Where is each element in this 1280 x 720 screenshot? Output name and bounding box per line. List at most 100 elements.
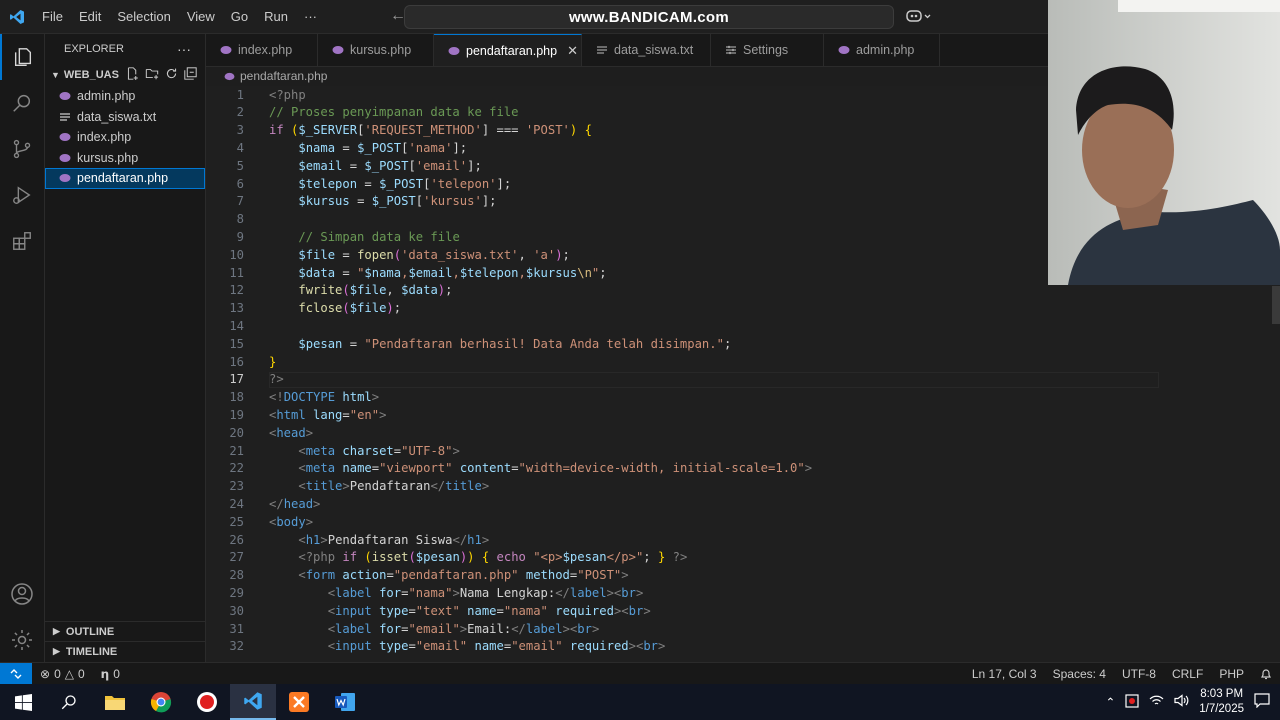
volume-icon[interactable] <box>1174 694 1189 710</box>
code-text: $pesan = "Pendaftaran berhasil! Data And… <box>298 336 732 351</box>
code-line[interactable]: 19 <html lang="en"> <box>206 407 1280 425</box>
file-index-php[interactable]: index.php <box>45 127 205 148</box>
menu-file[interactable]: File <box>34 0 71 33</box>
error-icon: ⊗ <box>40 666 51 681</box>
php-icon <box>59 132 77 142</box>
code-line[interactable]: 31 <label for="email">Email:</label><br> <box>206 621 1280 639</box>
xampp-icon[interactable] <box>276 684 322 720</box>
code-line[interactable]: 25 <body> <box>206 514 1280 532</box>
system-clock[interactable]: 8:03 PM 1/7/2025 <box>1199 687 1244 717</box>
breadcrumb-file: pendaftaran.php <box>240 69 328 83</box>
vscode-taskbar-icon[interactable] <box>230 684 276 720</box>
accounts-icon[interactable] <box>0 571 44 617</box>
chevron-up-icon[interactable]: ⌃ <box>1106 695 1116 709</box>
code-line[interactable]: 28 <form action="pendaftaran.php" method… <box>206 567 1280 585</box>
code-line[interactable]: 14 <box>206 318 1280 336</box>
tab-index-php[interactable]: index.php <box>206 34 318 66</box>
explorer-icon[interactable] <box>0 34 44 80</box>
new-folder-icon[interactable] <box>145 67 159 83</box>
folder-web-uas[interactable]: ▼ WEB_UAS <box>45 64 205 86</box>
remote-indicator-icon[interactable] <box>0 662 32 685</box>
tab-pendaftaran-php[interactable]: pendaftaran.php ✕ <box>434 34 582 66</box>
new-file-icon[interactable] <box>126 67 139 83</box>
refresh-icon[interactable] <box>165 67 178 83</box>
editor-scrollbar[interactable] <box>1272 286 1280 324</box>
code-line[interactable]: 13 fclose($file); <box>206 300 1280 318</box>
code-line[interactable]: 26 <h1>Pendaftaran Siswa</h1> <box>206 532 1280 550</box>
language-mode[interactable]: PHP <box>1211 667 1252 681</box>
code-line[interactable]: 23 <title>Pendaftaran</title> <box>206 478 1280 496</box>
close-tab-icon[interactable]: ✕ <box>567 43 578 59</box>
code-line[interactable]: 27 <?php if (isset($pesan)) { echo "<p>$… <box>206 549 1280 567</box>
bandicam-tray-icon[interactable] <box>1125 693 1139 711</box>
code-text: $data = "$nama,$email,$telepon,$kursus\n… <box>298 265 607 280</box>
code-line[interactable]: 15 $pesan = "Pendaftaran berhasil! Data … <box>206 336 1280 354</box>
windows-start-icon[interactable] <box>0 684 46 720</box>
ports-status[interactable]: 𝝶 0 <box>93 667 128 681</box>
menu-go[interactable]: Go <box>223 0 256 33</box>
code-line[interactable]: 21 <meta charset="UTF-8"> <box>206 443 1280 461</box>
indentation[interactable]: Spaces: 4 <box>1045 667 1114 681</box>
extensions-icon[interactable] <box>0 218 44 264</box>
code-line[interactable]: 24 </head> <box>206 496 1280 514</box>
php-icon <box>59 153 77 163</box>
breadcrumb[interactable]: pendaftaran.php <box>206 66 327 86</box>
chrome-icon[interactable] <box>138 684 184 720</box>
chevron-right-icon: ▶ <box>53 646 60 656</box>
manage-gear-icon[interactable] <box>0 617 44 663</box>
chevron-down-icon: ▼ <box>51 70 60 80</box>
code-line[interactable]: 22 <meta name="viewport" content="width=… <box>206 460 1280 478</box>
search-icon[interactable] <box>46 684 92 720</box>
menu-more[interactable]: ··· <box>296 0 325 33</box>
notifications-bell-icon[interactable] <box>1252 668 1280 680</box>
file-admin-php[interactable]: admin.php <box>45 86 205 107</box>
source-control-icon[interactable] <box>0 126 44 172</box>
menu-run[interactable]: Run <box>256 0 296 33</box>
word-icon[interactable] <box>322 684 368 720</box>
notification-center-icon[interactable] <box>1254 693 1270 711</box>
collapse-all-icon[interactable] <box>184 67 197 83</box>
bandicam-record-icon[interactable] <box>184 684 230 720</box>
outline-section[interactable]: ▶ OUTLINE <box>45 621 205 641</box>
code-text: <input type="text" name="nama" required>… <box>327 603 651 618</box>
code-line[interactable]: 30 <input type="text" name="nama" requir… <box>206 603 1280 621</box>
timeline-section[interactable]: ▶ TIMELINE <box>45 641 205 661</box>
search-icon[interactable] <box>0 80 44 126</box>
line-number: 13 <box>229 301 244 316</box>
cursor-position[interactable]: Ln 17, Col 3 <box>964 667 1045 681</box>
code-line[interactable]: 29 <label for="nama">Nama Lengkap:</labe… <box>206 585 1280 603</box>
file-pendaftaran-php[interactable]: pendaftaran.php <box>45 168 205 189</box>
code-text: ?> <box>269 372 284 387</box>
copilot-icon[interactable] <box>906 8 932 27</box>
php-icon <box>448 46 460 56</box>
code-text: <label for="nama">Nama Lengkap:</label><… <box>327 585 644 600</box>
code-line[interactable]: 32 <input type="email" name="email" requ… <box>206 638 1280 656</box>
menu-view[interactable]: View <box>179 0 223 33</box>
encoding[interactable]: UTF-8 <box>1114 667 1164 681</box>
line-number: 28 <box>229 568 244 583</box>
code-line[interactable]: 16} <box>206 354 1280 372</box>
file-explorer-icon[interactable] <box>92 684 138 720</box>
file-data-siswa-txt[interactable]: data_siswa.txt <box>45 107 205 128</box>
menu-selection[interactable]: Selection <box>109 0 178 33</box>
tab-admin-php[interactable]: admin.php <box>824 34 940 66</box>
file-kursus-php[interactable]: kursus.php <box>45 148 205 169</box>
tab-kursus-php[interactable]: kursus.php <box>318 34 434 66</box>
php-icon <box>332 45 344 55</box>
command-center[interactable]: www.BANDICAM.com <box>404 5 894 29</box>
tab-data-siswa-txt[interactable]: data_siswa.txt <box>582 34 711 66</box>
line-number: 32 <box>229 639 244 654</box>
run-debug-icon[interactable] <box>0 172 44 218</box>
tab-settings[interactable]: Settings <box>711 34 824 66</box>
code-line[interactable]: 17 ?> <box>206 371 1280 389</box>
code-line[interactable]: 20 <head> <box>206 425 1280 443</box>
end-of-line[interactable]: CRLF <box>1164 667 1211 681</box>
code-line[interactable]: 18 <!DOCTYPE html> <box>206 389 1280 407</box>
php-icon <box>838 45 850 55</box>
problems-status[interactable]: ⊗ 0 △ 0 <box>32 667 93 681</box>
network-wifi-icon[interactable] <box>1149 694 1164 710</box>
menu-edit[interactable]: Edit <box>71 0 109 33</box>
more-actions-icon[interactable]: ··· <box>177 41 191 57</box>
line-number: 29 <box>229 585 244 600</box>
tab-label: kursus.php <box>350 43 412 57</box>
